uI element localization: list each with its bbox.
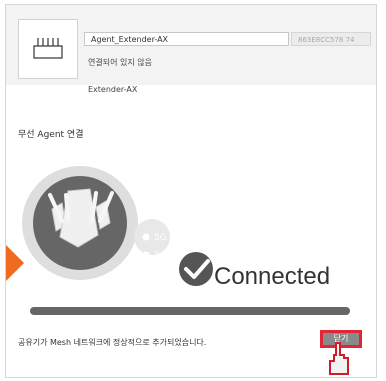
hand-cursor-icon [324, 341, 352, 377]
device-name-field: Agent_Extender-AX [84, 32, 289, 46]
device-model: Extender-AX [88, 85, 138, 94]
svg-text:5G: 5G [154, 233, 167, 243]
router-icon [18, 19, 78, 79]
progress-bar-fill [30, 307, 350, 315]
connected-status-text: Connected [214, 263, 331, 290]
svg-text:2.4G: 2.4G [154, 251, 175, 261]
section-title: 무선 Agent 연결 [18, 130, 84, 140]
device-card: Agent_Extender-AX 863E8CC578 74 연결되어 있지 … [6, 5, 376, 94]
mac-address-field: 863E8CC578 74 [291, 32, 371, 46]
arrow-right-icon [6, 245, 24, 281]
connection-status: 연결되어 있지 않음 [88, 58, 152, 67]
success-message: 공유기가 Mesh 네트워크에 정상적으로 추가되었습니다. [18, 338, 207, 347]
progress-bar [30, 307, 350, 315]
connection-dialog: Agent_Extender-AX 863E8CC578 74 연결되어 있지 … [5, 4, 377, 378]
